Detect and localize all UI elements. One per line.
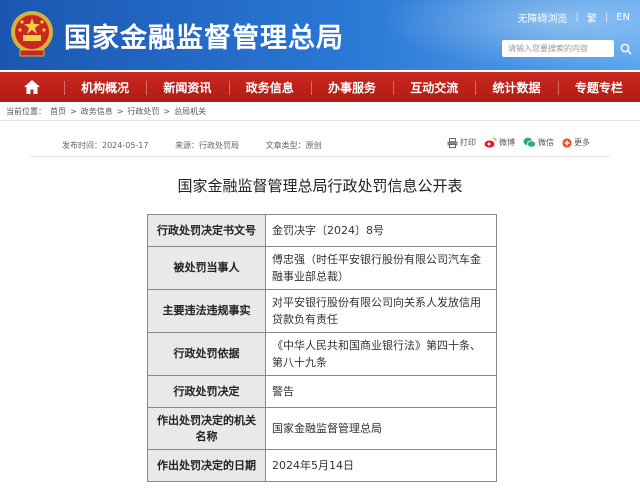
table-row: 主要违法违规事实 对平安银行股份有限公司向关系人发放信用贷款负有责任 xyxy=(147,289,497,333)
print-label: 打印 xyxy=(460,138,476,147)
table-value-penalty-basis: 《中华人民共和国商业银行法》第四十条、第八十九条 xyxy=(265,332,497,376)
nav-item-government-info[interactable]: 政务信息 xyxy=(228,79,311,96)
weibo-share-button[interactable]: 微博 xyxy=(484,137,515,148)
table-key-penalty-basis: 行政处罚依据 xyxy=(147,332,266,376)
english-link[interactable]: EN xyxy=(616,12,630,23)
weibo-label: 微博 xyxy=(499,138,515,147)
table-value-deciding-authority: 国家金融监督管理总局 xyxy=(265,407,497,450)
table-value-penalty-decision: 警告 xyxy=(265,375,497,408)
table-value-decision-date: 2024年5月14日 xyxy=(265,449,497,482)
table-key-penalized-party: 被处罚当事人 xyxy=(147,246,266,290)
nav-item-services[interactable]: 办事服务 xyxy=(310,79,393,96)
table-key-penalty-decision: 行政处罚决定 xyxy=(147,375,266,408)
plus-icon xyxy=(562,137,572,148)
nav-item-news[interactable]: 新闻资讯 xyxy=(146,79,228,96)
table-row: 行政处罚决定 警告 xyxy=(147,375,497,408)
main-nav: 机构概况 新闻资讯 政务信息 办事服务 互动交流 统计数据 专题专栏 xyxy=(0,72,640,102)
home-icon xyxy=(24,80,40,94)
breadcrumb: 当前位置： 首页 > 政务信息 > 行政处罚 > 总局机关 xyxy=(6,106,210,117)
site-header: 国家金融监督管理总局 无障碍浏览 | 繁 | EN 请输入您要搜索的内容 xyxy=(0,0,640,70)
table-key-violation-facts: 主要违法违规事实 xyxy=(147,289,266,333)
share-bar: 打印 微博 微信 更多 xyxy=(439,137,590,148)
table-value-decision-number: 金罚决字〔2024〕8号 xyxy=(265,214,497,247)
breadcrumb-item-home[interactable]: 首页 xyxy=(50,107,66,116)
weibo-icon xyxy=(484,137,497,148)
wechat-label: 微信 xyxy=(538,138,554,147)
article-source: 来源：行政处罚局 xyxy=(175,141,240,150)
wechat-share-button[interactable]: 微信 xyxy=(523,137,554,148)
accessibility-link[interactable]: 无障碍浏览 xyxy=(517,10,567,25)
breadcrumb-separator: > xyxy=(116,107,124,116)
nav-item-about[interactable]: 机构概况 xyxy=(64,79,146,96)
breadcrumb-separator: > xyxy=(163,107,171,116)
table-row: 作出处罚决定的日期 2024年5月14日 xyxy=(147,449,497,482)
article-title: 国家金融监督管理总局行政处罚信息公开表 xyxy=(177,177,463,195)
print-button[interactable]: 打印 xyxy=(447,137,476,148)
table-key-deciding-authority: 作出处罚决定的机关名称 xyxy=(147,407,266,450)
more-label: 更多 xyxy=(574,138,590,147)
search-button[interactable] xyxy=(616,39,636,58)
nav-item-topics[interactable]: 专题专栏 xyxy=(557,79,640,96)
table-row: 被处罚当事人 傅忠强（时任平安银行股份有限公司汽车金融事业部总裁） xyxy=(147,246,497,290)
breadcrumb-item-headquarters[interactable]: 总局机关 xyxy=(174,107,206,116)
divider: | xyxy=(575,12,579,23)
table-value-violation-facts: 对平安银行股份有限公司向关系人发放信用贷款负有责任 xyxy=(265,289,497,333)
divider xyxy=(0,120,640,121)
table-key-decision-number: 行政处罚决定书文号 xyxy=(147,214,266,247)
more-share-button[interactable]: 更多 xyxy=(562,137,590,148)
breadcrumb-item-penalty[interactable]: 行政处罚 xyxy=(127,107,159,116)
top-links: 无障碍浏览 | 繁 | EN xyxy=(509,10,630,25)
printer-icon xyxy=(447,137,458,148)
site-title[interactable]: 国家金融监督管理总局 xyxy=(64,16,344,55)
table-row: 行政处罚依据 《中华人民共和国商业银行法》第四十条、第八十九条 xyxy=(147,332,497,376)
table-key-decision-date: 作出处罚决定的日期 xyxy=(147,449,266,482)
publish-time: 发布时间：2024-05-17 xyxy=(62,141,149,150)
table-value-penalized-party: 傅忠强（时任平安银行股份有限公司汽车金融事业部总裁） xyxy=(265,246,497,290)
divider: | xyxy=(604,12,609,23)
table-row: 行政处罚决定书文号 金罚决字〔2024〕8号 xyxy=(147,214,497,247)
nav-item-interaction[interactable]: 互动交流 xyxy=(393,79,475,96)
breadcrumb-item-government-info[interactable]: 政务信息 xyxy=(81,107,113,116)
article-type: 文章类型：原创 xyxy=(265,141,322,150)
search-input[interactable]: 请输入您要搜索的内容 xyxy=(502,40,614,57)
nav-home[interactable] xyxy=(0,72,64,102)
table-row: 作出处罚决定的机关名称 国家金融监督管理总局 xyxy=(147,407,497,450)
breadcrumb-prefix: 当前位置： xyxy=(6,107,46,116)
divider xyxy=(30,156,610,157)
traditional-chinese-link[interactable]: 繁 xyxy=(587,10,597,25)
breadcrumb-separator: > xyxy=(70,107,77,116)
search-icon xyxy=(620,43,632,55)
article-meta: 发布时间：2024-05-17 来源：行政处罚局 文章类型：原创 xyxy=(62,140,346,151)
wechat-icon xyxy=(523,137,536,148)
penalty-info-table: 行政处罚决定书文号 金罚决字〔2024〕8号 被处罚当事人 傅忠强（时任平安银行… xyxy=(147,214,497,482)
national-emblem-icon xyxy=(11,11,53,57)
nav-item-statistics[interactable]: 统计数据 xyxy=(475,79,557,96)
